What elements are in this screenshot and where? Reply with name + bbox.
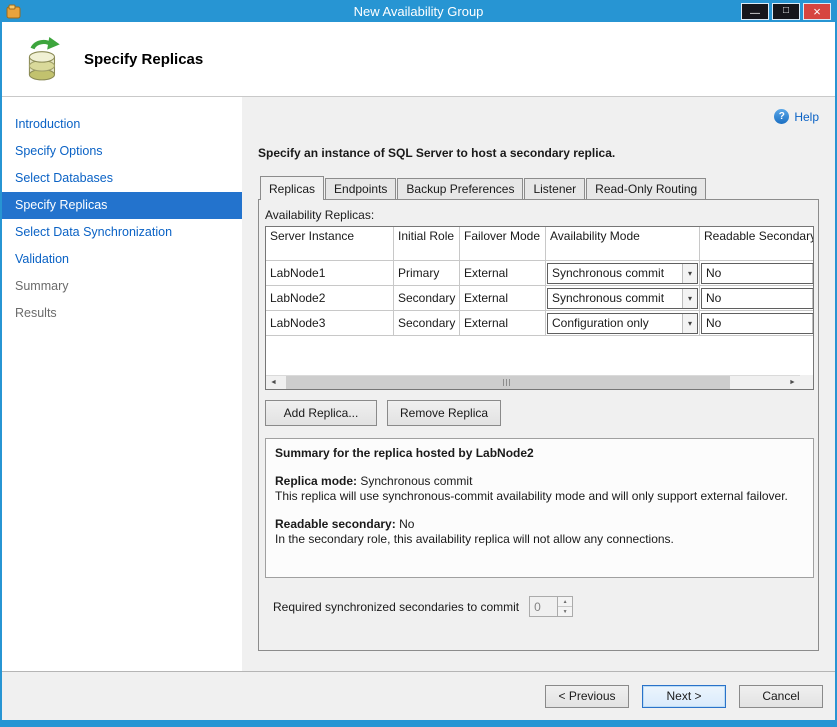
table-row[interactable]: LabNode2 Secondary External Synchronous …: [266, 286, 815, 311]
cell-server-instance[interactable]: LabNode1: [266, 261, 394, 286]
spin-down-icon[interactable]: ▼: [558, 607, 572, 616]
col-header-readable-secondary: Readable Secondary: [700, 227, 815, 261]
col-header-initial-role: Initial Role: [394, 227, 460, 261]
sidebar-item-specify-replicas[interactable]: Specify Replicas: [2, 192, 242, 219]
sidebar-item-introduction[interactable]: Introduction: [2, 111, 242, 138]
horizontal-scrollbar[interactable]: ◄ ►: [266, 375, 800, 389]
replica-mode-line: Replica mode: Synchronous commit: [275, 474, 804, 490]
cell-initial-role[interactable]: Secondary: [394, 286, 460, 311]
scrollbar-thumb[interactable]: [286, 376, 730, 389]
chevron-down-icon[interactable]: ▾: [812, 289, 814, 308]
replica-mode-description: This replica will use synchronous-commit…: [275, 489, 804, 505]
tab-backup-preferences[interactable]: Backup Preferences: [397, 178, 523, 199]
availability-mode-select[interactable]: Synchronous commit ▾: [547, 288, 698, 309]
app-icon: [6, 4, 21, 19]
scrollbar-track[interactable]: [281, 376, 785, 389]
cell-server-instance[interactable]: LabNode2: [266, 286, 394, 311]
wizard-header: Specify Replicas: [2, 22, 835, 97]
cell-failover-mode[interactable]: External: [460, 311, 546, 336]
instruction-text: Specify an instance of SQL Server to hos…: [258, 146, 819, 160]
cell-initial-role[interactable]: Secondary: [394, 311, 460, 336]
table-row[interactable]: LabNode1 Primary External Synchronous co…: [266, 261, 815, 286]
chevron-down-icon[interactable]: ▾: [682, 289, 697, 308]
readable-secondary-select[interactable]: No ▾: [701, 263, 814, 284]
sidebar-item-summary: Summary: [2, 273, 242, 300]
chevron-down-icon[interactable]: ▾: [812, 314, 814, 333]
help-icon[interactable]: ?: [774, 109, 789, 124]
scroll-right-icon[interactable]: ►: [785, 376, 800, 389]
add-replica-button[interactable]: Add Replica...: [265, 400, 377, 426]
titlebar[interactable]: New Availability Group — □ ×: [2, 0, 835, 22]
chevron-down-icon[interactable]: ▾: [682, 314, 697, 333]
readable-secondary-description: In the secondary role, this availability…: [275, 532, 804, 548]
cell-failover-mode[interactable]: External: [460, 261, 546, 286]
tab-listener[interactable]: Listener: [524, 178, 585, 199]
cancel-button[interactable]: Cancel: [739, 685, 823, 708]
spin-up-icon[interactable]: ▲: [558, 597, 572, 607]
replica-summary-panel: Summary for the replica hosted by LabNod…: [265, 438, 814, 578]
availability-mode-select[interactable]: Configuration only ▾: [547, 313, 698, 334]
wizard-steps-sidebar: Introduction Specify Options Select Data…: [2, 97, 242, 671]
availability-replicas-grid: Server Instance Initial Role Failover Mo…: [265, 226, 814, 390]
chevron-down-icon[interactable]: ▾: [812, 264, 814, 283]
database-refresh-icon: [20, 36, 66, 82]
main-content: ? Help Specify an instance of SQL Server…: [242, 97, 835, 671]
replicas-tab-panel: Availability Replicas: Server Instance I…: [258, 199, 819, 651]
chevron-down-icon[interactable]: ▾: [682, 264, 697, 283]
sidebar-item-select-databases[interactable]: Select Databases: [2, 165, 242, 192]
summary-title: Summary for the replica hosted by LabNod…: [275, 446, 804, 462]
col-header-failover-mode: Failover Mode: [460, 227, 546, 261]
availability-mode-select[interactable]: Synchronous commit ▾: [547, 263, 698, 284]
next-button[interactable]: Next >: [642, 685, 726, 708]
scroll-left-icon[interactable]: ◄: [266, 376, 281, 389]
required-secondaries-input[interactable]: [530, 597, 557, 616]
tab-read-only-routing[interactable]: Read-Only Routing: [586, 178, 706, 199]
col-header-server-instance: Server Instance: [266, 227, 394, 261]
remove-replica-button[interactable]: Remove Replica: [387, 400, 501, 426]
wizard-footer: < Previous Next > Cancel: [2, 671, 835, 720]
maximize-button[interactable]: □: [772, 3, 800, 20]
tab-replicas[interactable]: Replicas: [260, 176, 324, 200]
help-link[interactable]: Help: [794, 110, 819, 124]
required-secondaries-stepper[interactable]: ▲ ▼: [529, 596, 573, 617]
table-row[interactable]: LabNode3 Secondary External Configuratio…: [266, 311, 815, 336]
sidebar-item-results: Results: [2, 300, 242, 327]
window-title: New Availability Group: [2, 4, 835, 19]
sidebar-item-validation[interactable]: Validation: [2, 246, 242, 273]
sidebar-item-specify-options[interactable]: Specify Options: [2, 138, 242, 165]
required-secondaries-label: Required synchronized secondaries to com…: [273, 600, 519, 614]
readable-secondary-select[interactable]: No ▾: [701, 288, 814, 309]
close-button[interactable]: ×: [803, 3, 831, 20]
table-header-row: Server Instance Initial Role Failover Mo…: [266, 227, 815, 261]
availability-replicas-label: Availability Replicas:: [265, 208, 812, 222]
dialog-window: New Availability Group — □ × Specify Rep…: [0, 0, 837, 727]
tab-endpoints[interactable]: Endpoints: [325, 178, 396, 199]
page-title: Specify Replicas: [84, 51, 203, 68]
minimize-button[interactable]: —: [741, 3, 769, 20]
cell-failover-mode[interactable]: External: [460, 286, 546, 311]
scrollbar-corner: [800, 375, 813, 389]
tab-strip: Replicas Endpoints Backup Preferences Li…: [258, 176, 819, 199]
previous-button[interactable]: < Previous: [545, 685, 629, 708]
readable-secondary-select[interactable]: No ▾: [701, 313, 814, 334]
cell-initial-role[interactable]: Primary: [394, 261, 460, 286]
cell-server-instance[interactable]: LabNode3: [266, 311, 394, 336]
col-header-availability-mode: Availability Mode: [546, 227, 700, 261]
readable-secondary-line: Readable secondary: No: [275, 517, 804, 533]
sidebar-item-select-data-synchronization[interactable]: Select Data Synchronization: [2, 219, 242, 246]
